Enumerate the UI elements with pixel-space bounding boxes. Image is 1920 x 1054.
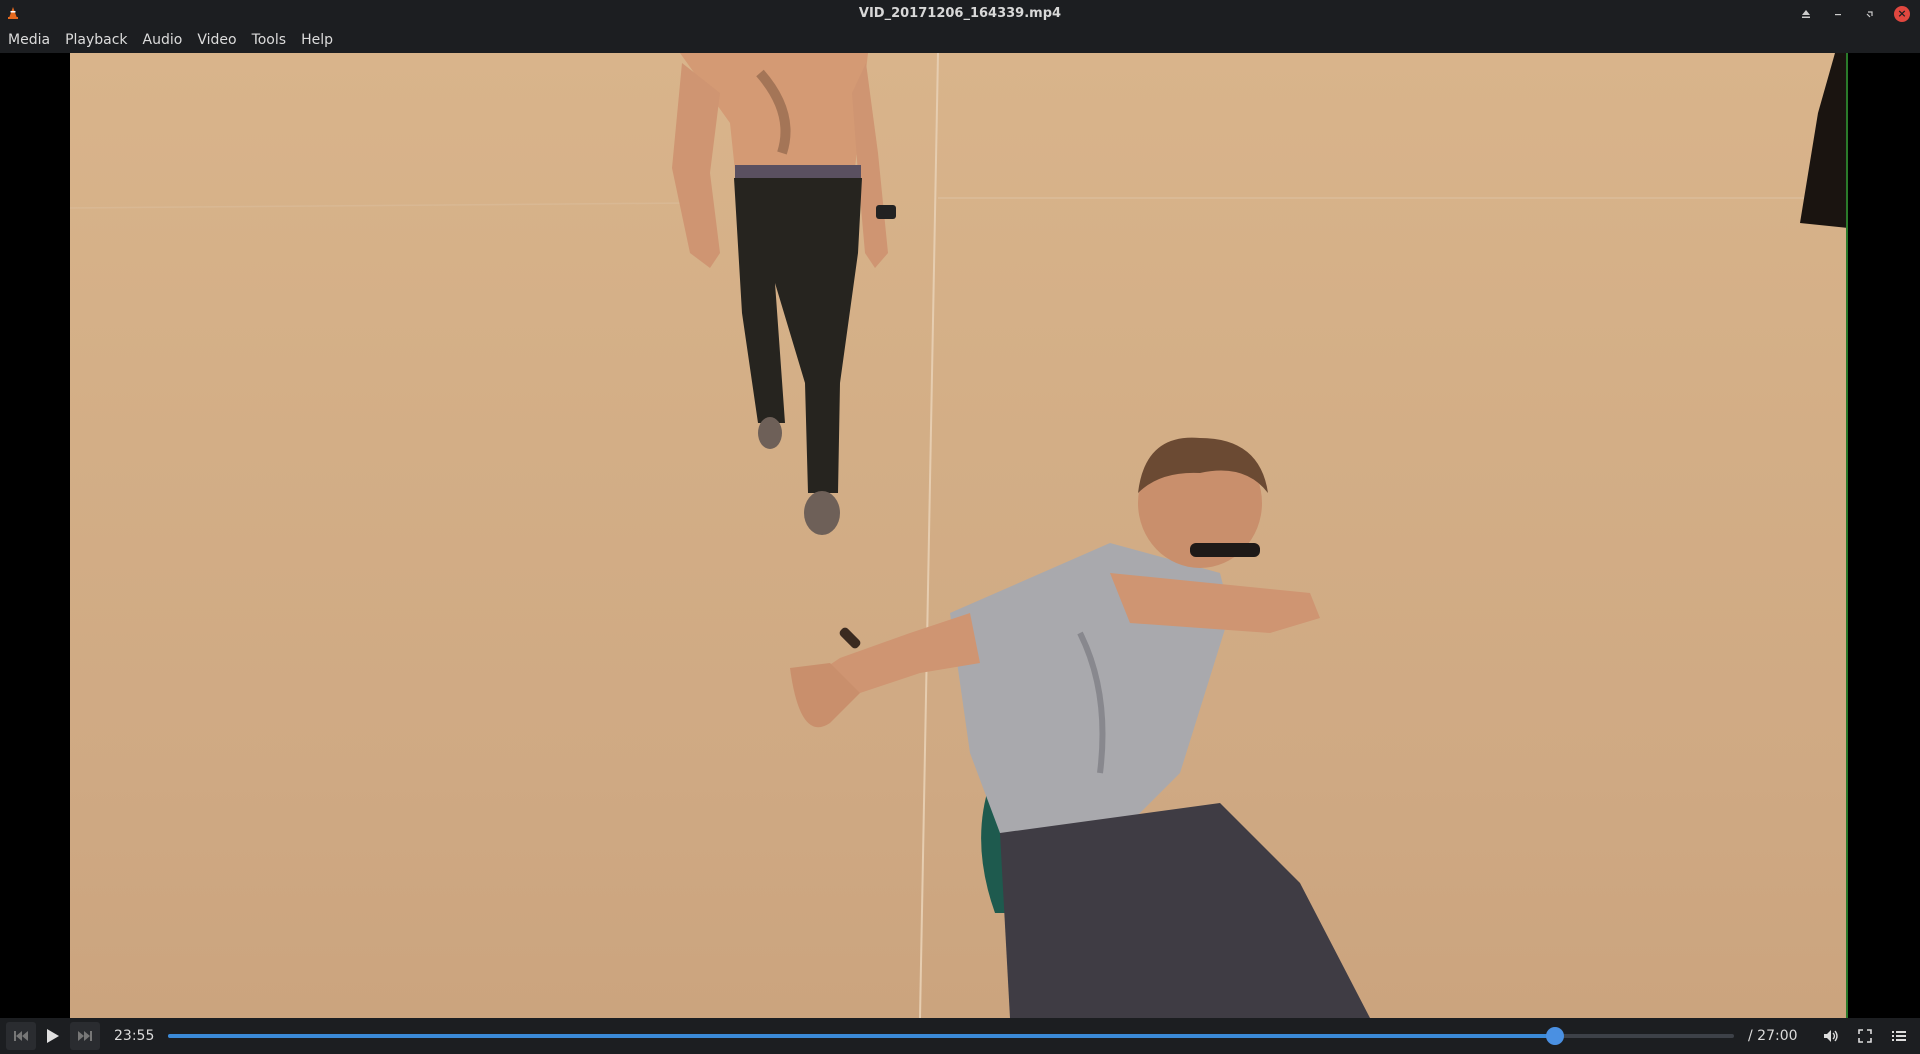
play-icon[interactable] (38, 1022, 68, 1050)
eject-icon[interactable] (1794, 4, 1818, 24)
current-time: 23:55 (114, 1028, 155, 1044)
playlist-icon[interactable] (1884, 1022, 1914, 1050)
video-frame[interactable] (70, 53, 1848, 1018)
restore-icon[interactable] (1858, 4, 1882, 24)
seek-progress (168, 1034, 1556, 1038)
menu-help[interactable]: Help (301, 32, 342, 48)
window-title: VID_20171206_164339.mp4 (858, 6, 1062, 21)
menu-bar: Media Playback Audio Video Tools Help (0, 27, 1920, 53)
seek-bar[interactable] (168, 1027, 1734, 1045)
title-bar: VID_20171206_164339.mp4 × (0, 0, 1920, 27)
video-content (70, 53, 1846, 1018)
video-area[interactable] (0, 53, 1920, 1018)
right-controls (1816, 1022, 1914, 1050)
menu-playback[interactable]: Playback (65, 32, 136, 48)
vlc-cone-icon[interactable] (6, 6, 20, 20)
total-time: / 27:00 (1748, 1028, 1798, 1044)
menu-video[interactable]: Video (197, 32, 245, 48)
menu-tools[interactable]: Tools (252, 32, 296, 48)
skip-next-icon[interactable] (70, 1022, 100, 1050)
controls-bar: 23:55 / 27:00 (0, 1018, 1920, 1054)
fullscreen-icon[interactable] (1850, 1022, 1880, 1050)
volume-icon[interactable] (1816, 1022, 1846, 1050)
menu-audio[interactable]: Audio (143, 32, 192, 48)
minimize-icon[interactable] (1826, 4, 1850, 24)
menu-media[interactable]: Media (8, 32, 59, 48)
window-controls: × (1794, 4, 1914, 24)
seek-handle[interactable] (1546, 1027, 1565, 1045)
close-icon[interactable]: × (1894, 6, 1910, 22)
skip-previous-icon[interactable] (6, 1022, 36, 1050)
